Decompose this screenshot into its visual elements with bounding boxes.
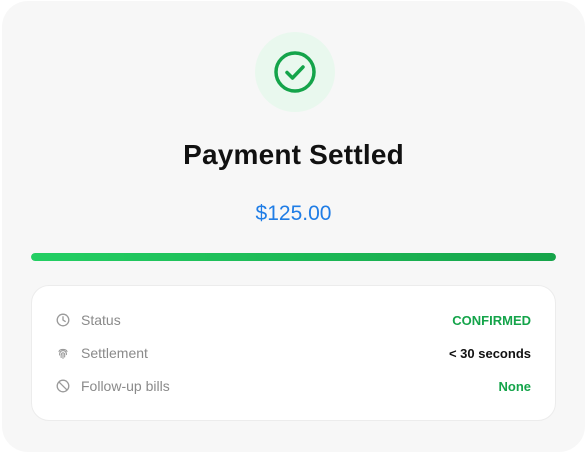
clock-icon: [56, 313, 70, 327]
payment-amount: $125.00: [255, 202, 332, 225]
detail-value: None: [498, 378, 532, 394]
detail-label: Settlement: [81, 345, 148, 361]
check-circle-icon: [274, 51, 316, 93]
details-panel: Status CONFIRMED Settlement < 30 seconds: [31, 285, 556, 421]
page-title: Payment Settled: [183, 139, 404, 170]
detail-row-follow-up-bills: Follow-up bills None: [56, 376, 531, 396]
detail-row-status: Status CONFIRMED: [56, 310, 531, 330]
ban-icon: [56, 379, 70, 393]
detail-label: Status: [81, 312, 121, 328]
detail-value: CONFIRMED: [452, 312, 531, 328]
detail-label: Follow-up bills: [81, 378, 170, 394]
fingerprint-icon: [56, 346, 70, 360]
settlement-progress-fill: [31, 253, 556, 261]
success-badge: [255, 32, 335, 112]
settlement-progress-bar: [31, 253, 556, 261]
detail-row-settlement: Settlement < 30 seconds: [56, 343, 531, 363]
detail-value: < 30 seconds: [448, 345, 531, 361]
